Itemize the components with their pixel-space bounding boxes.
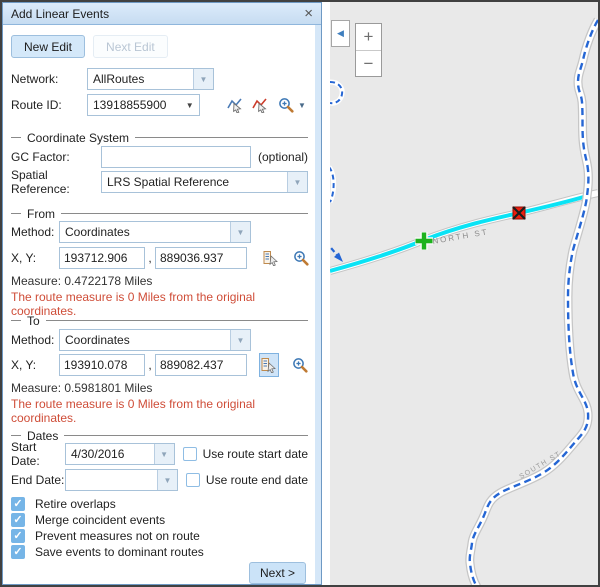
close-icon[interactable]: × [304,5,313,23]
start-date-label: Start Date: [11,440,65,468]
to-pick-coordinates-icon[interactable] [259,353,279,377]
retire-overlaps-checkbox[interactable]: ✓ [11,497,25,511]
chevron-down-icon: ▼ [230,330,250,350]
merge-coincident-events-label: Merge coincident events [35,513,165,527]
start-date-value: 4/30/2016 [66,447,154,461]
network-label: Network: [11,72,87,86]
option-row: ✓ Prevent measures not on route [11,528,308,544]
option-row: ✓ Retire overlaps [11,496,308,512]
zoom-to-route-icon[interactable] [278,95,295,115]
map-zoom-control: + − [355,23,382,77]
save-dominant-routes-label: Save events to dominant routes [35,545,204,559]
gc-factor-hint: (optional) [258,150,308,164]
screenshot-root: Add Linear Events × New Edit Next Edit N… [0,0,600,587]
retire-overlaps-label: Retire overlaps [35,497,116,511]
prevent-measures-checkbox[interactable]: ✓ [11,529,25,543]
to-y-input[interactable] [155,354,247,376]
from-x-input[interactable] [59,247,145,269]
spatial-reference-label: Spatial Reference: [11,168,101,196]
to-point-marker [513,207,525,219]
use-route-end-date-label: Use route end date [206,473,308,487]
new-edit-button[interactable]: New Edit [11,35,85,58]
from-legend: From [11,207,308,220]
zoom-out-button[interactable]: − [356,50,381,76]
map-container: NORTH ST SOUTH ST [322,2,598,585]
to-measure-text: Measure: 0.5981801 Miles [11,381,308,395]
gc-factor-label: GC Factor: [11,150,101,164]
collapse-arrow-icon: ◀ [337,28,344,39]
to-method-select[interactable]: Coordinates ▼ [59,329,251,351]
coordinate-system-legend: Coordinate System [11,131,308,144]
gc-factor-input[interactable] [101,146,251,168]
spatial-reference-value: LRS Spatial Reference [102,175,287,189]
to-warning-text: The route measure is 0 Miles from the or… [11,397,308,411]
from-y-input[interactable] [155,247,247,269]
option-row: ✓ Merge coincident events [11,512,308,528]
chevron-down-icon: ▼ [193,69,213,89]
select-route-on-map-icon[interactable] [227,95,244,115]
page-title: Add Linear Events [11,7,109,21]
from-zoom-icon[interactable] [293,248,309,268]
route-id-combobox[interactable]: 13918855900 ▼ [87,94,200,116]
from-pick-coordinates-icon[interactable] [263,248,279,268]
map-graphics: NORTH ST SOUTH ST [330,2,598,585]
from-warning-text: The route measure is 0 Miles from the or… [11,290,308,304]
chevron-down-icon: ▼ [230,222,250,242]
to-zoom-icon[interactable] [291,355,308,375]
chevron-down-icon: ▼ [154,444,174,464]
route-id-label: Route ID: [11,98,87,112]
next-button[interactable]: Next > [249,562,306,584]
from-method-value: Coordinates [60,225,230,239]
end-date-label: End Date: [11,473,65,487]
prevent-measures-label: Prevent measures not on route [35,529,200,543]
collapse-panel-button[interactable]: ◀ [331,20,350,47]
chevron-down-icon: ▼ [287,172,307,192]
use-route-start-date-checkbox[interactable] [183,447,197,461]
zoom-in-button[interactable]: + [356,24,381,50]
route-direction-arrow [334,253,343,263]
option-row: ✓ Save events to dominant routes [11,544,308,560]
to-x-input[interactable] [59,354,145,376]
xy-separator: , [145,358,155,372]
zoom-options-chevron-icon[interactable]: ▼ [296,101,308,110]
map-viewport[interactable]: NORTH ST SOUTH ST [330,2,598,585]
use-route-end-date-checkbox[interactable] [186,473,200,487]
save-dominant-routes-checkbox[interactable]: ✓ [11,545,25,559]
from-method-label: Method: [11,225,59,239]
start-date-select[interactable]: 4/30/2016 ▼ [65,443,175,465]
spatial-reference-select[interactable]: LRS Spatial Reference ▼ [101,171,308,193]
chevron-down-icon: ▼ [157,470,177,490]
network-select[interactable]: AllRoutes ▼ [87,68,214,90]
use-route-start-date-label: Use route start date [203,447,308,461]
route-id-value: 13918855900 [88,98,181,112]
to-method-value: Coordinates [60,333,230,347]
next-edit-button: Next Edit [93,35,168,58]
panel-header: Add Linear Events × [3,3,321,25]
add-linear-events-panel: Add Linear Events × New Edit Next Edit N… [2,2,322,585]
xy-separator: , [145,251,155,265]
merge-coincident-events-checkbox[interactable]: ✓ [11,513,25,527]
end-date-select[interactable]: ▼ [65,469,178,491]
to-xy-label: X, Y: [11,358,59,372]
network-value: AllRoutes [88,72,193,86]
from-measure-text: Measure: 0.4722178 Miles [11,274,308,288]
from-xy-label: X, Y: [11,251,59,265]
to-method-label: Method: [11,333,59,347]
remove-route-selection-icon[interactable] [251,95,268,115]
from-method-select[interactable]: Coordinates ▼ [59,221,251,243]
chevron-down-icon[interactable]: ▼ [181,101,199,110]
